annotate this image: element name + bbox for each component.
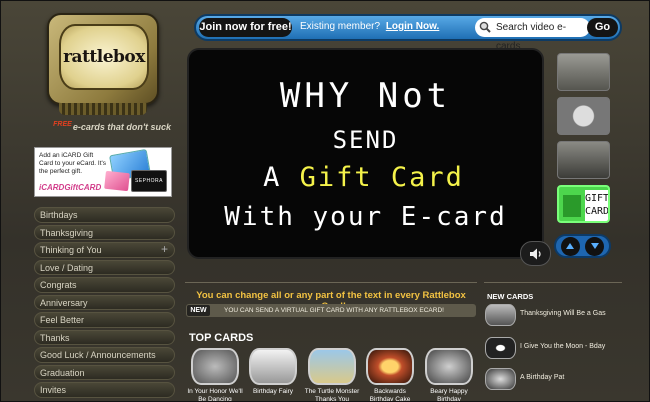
new-card-item[interactable]: I Give You the Moon - Bday <box>485 337 625 361</box>
video-thumbnail[interactable] <box>557 97 610 135</box>
thumbnail-label: GIFT CARD <box>585 190 608 221</box>
video-text-line-4: With your E-card <box>224 202 507 232</box>
login-link[interactable]: Login Now. <box>386 21 440 32</box>
sidebar-item-invites[interactable]: Invites <box>34 382 175 398</box>
sidebar-item-label: Graduation <box>40 367 85 378</box>
divider <box>484 282 622 283</box>
card-thumbnail <box>191 348 239 385</box>
video-thumbnail-active[interactable]: GIFT CARD <box>557 185 610 223</box>
sidebar-item-anniversary[interactable]: Anniversary <box>34 294 175 310</box>
search-icon <box>479 21 491 33</box>
news-ticker-text: YOU CAN SEND A VIRTUAL GIFT CARD WITH AN… <box>224 307 444 314</box>
go-button[interactable]: Go <box>587 18 618 37</box>
card-thumbnail <box>485 304 516 326</box>
chevron-up-icon <box>566 243 575 249</box>
join-button[interactable]: Join now for free! <box>199 18 292 37</box>
card-thumbnail <box>485 368 516 390</box>
card-title: Beary Happy Birthday <box>430 388 468 402</box>
sidebar-item-thanks[interactable]: Thanks <box>34 329 175 345</box>
site-logo[interactable]: rattlebox <box>45 11 165 121</box>
tagline-text: e-cards that don't suck <box>72 122 171 132</box>
sidebar-item-label: Invites <box>40 385 67 395</box>
card-thumbnail <box>308 348 356 385</box>
expand-icon[interactable]: + <box>161 242 168 256</box>
divider <box>185 282 477 283</box>
video-thumbnail-strip: GIFT CARD <box>557 53 611 229</box>
page: rattlebox FREEe-cards that don't suck Ad… <box>0 0 650 402</box>
card-title: A Birthday Pat <box>520 374 565 381</box>
new-badge: NEW <box>187 305 210 316</box>
new-card-item[interactable]: A Birthday Pat <box>485 368 625 392</box>
tv-logo-stand <box>59 103 147 115</box>
card-thumbnail <box>366 348 414 385</box>
video-text-prefix: A <box>263 162 282 193</box>
card-title: The Turtle Monster Thanks You <box>304 388 360 402</box>
top-card[interactable]: In Your Honor We'll Be Dancing <box>187 348 243 402</box>
top-card[interactable]: Birthday Fairy <box>245 348 301 396</box>
video-thumbnail[interactable] <box>557 141 610 179</box>
sidebar-item-good-luck-announcements[interactable]: Good Luck / Announcements <box>34 347 175 363</box>
sidebar-item-congrats[interactable]: Congrats <box>34 277 175 293</box>
new-cards-heading: NEW CARDS <box>487 292 534 301</box>
sidebar-item-thanksgiving[interactable]: Thanksgiving <box>34 224 175 240</box>
sidebar-item-label: Thanksgiving <box>40 227 94 238</box>
card-title: Thanksgiving Will Be a Gas <box>520 310 606 317</box>
member-search-bar: Join now for free! Existing member? Logi… <box>194 14 622 52</box>
existing-member-prompt: Existing member? Login Now. <box>300 21 439 32</box>
top-card[interactable]: Beary Happy Birthday <box>421 348 477 402</box>
logo-text: rattlebox <box>63 47 145 67</box>
card-title: Birthday Fairy <box>252 388 294 395</box>
card-thumbnail <box>249 348 297 385</box>
card-thumbnail <box>425 348 473 385</box>
ad-logo: iCARDGiftCARD <box>39 183 102 192</box>
tagline: FREEe-cards that don't suck <box>51 121 171 132</box>
card-thumbnail <box>485 337 516 359</box>
news-ticker[interactable]: NEW YOU CAN SEND A VIRTUAL GIFT CARD WIT… <box>186 304 476 317</box>
top-card[interactable]: Backwards Birthday Cake <box>362 348 418 402</box>
speaker-icon <box>529 248 541 259</box>
sidebar-item-label: Birthdays <box>40 210 78 220</box>
video-player[interactable]: WHY Not SEND A Gift Card With your E-car… <box>187 48 544 259</box>
video-text-line-2: SEND <box>332 126 399 154</box>
card-title: In Your Honor We'll Be Dancing <box>187 388 243 402</box>
sidebar-item-label: Congrats <box>40 280 77 290</box>
top-cards-heading: TOP CARDS <box>189 332 254 344</box>
card-brand: SEPHORA <box>135 178 163 184</box>
free-badge: FREE <box>53 121 72 128</box>
new-card-item[interactable]: Thanksgiving Will Be a Gas <box>485 304 625 328</box>
gift-card-image <box>104 170 130 192</box>
video-text-line-3: A Gift Card <box>187 162 540 193</box>
sidebar-item-label: Good Luck / Announcements <box>40 350 156 360</box>
video-text-line-1: WHY Not <box>279 76 452 116</box>
tv-logo-screen: rattlebox <box>59 24 149 90</box>
video-thumbnail[interactable] <box>557 53 610 91</box>
sidebar-item-love-dating[interactable]: Love / Dating <box>34 259 175 275</box>
thumbnail-scroller <box>554 234 611 258</box>
card-title: Backwards Birthday Cake <box>369 388 411 402</box>
scroll-down-button[interactable] <box>585 236 605 256</box>
search-input[interactable]: Search video e-cards <box>475 18 590 52</box>
sidebar-item-label: Love / Dating <box>40 262 94 273</box>
sidebar-item-label: Thinking of You <box>40 245 102 255</box>
sidebar-item-graduation[interactable]: Graduation <box>34 364 175 380</box>
sidebar-item-feel-better[interactable]: Feel Better <box>34 312 175 328</box>
top-card[interactable]: The Turtle Monster Thanks You <box>304 348 360 402</box>
category-nav: Birthdays Thanksgiving Thinking of You + Lov… <box>34 207 175 400</box>
sidebar-item-label: Thanks <box>40 332 70 343</box>
gift-card-ad[interactable]: Add an iCARD Gift Card to your eCard. It… <box>34 147 172 197</box>
sidebar-item-birthdays[interactable]: Birthdays <box>34 207 175 223</box>
sidebar-item-label: Feel Better <box>40 315 85 325</box>
sound-toggle-button[interactable] <box>520 241 551 266</box>
card-title: I Give You the Moon - Bday <box>520 343 606 350</box>
tv-logo-frame: rattlebox <box>47 13 159 105</box>
sidebar-item-thinking-of-you[interactable]: Thinking of You + <box>34 242 175 258</box>
ad-text: Add an iCARD Gift Card to your eCard. It… <box>39 152 106 175</box>
sidebar-item-label: Anniversary <box>40 297 88 308</box>
chevron-down-icon <box>590 243 599 249</box>
scroll-up-button[interactable] <box>560 236 580 256</box>
video-text-highlight: Gift Card <box>299 162 464 193</box>
existing-member-label: Existing member? <box>300 21 381 32</box>
gift-card-graphic <box>563 195 581 217</box>
sephora-card-image: SEPHORA <box>131 170 167 192</box>
